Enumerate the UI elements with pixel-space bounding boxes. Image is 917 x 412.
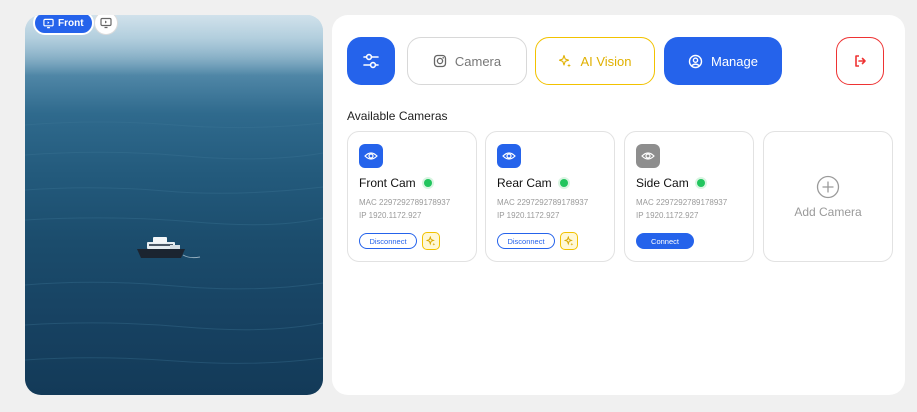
- sparkle-icon: [564, 236, 574, 246]
- ai-vision-toggle[interactable]: [422, 232, 440, 250]
- camera-name-row: Front Cam: [359, 176, 432, 190]
- boat: [137, 237, 201, 259]
- plus-circle-icon: [816, 175, 840, 198]
- disconnect-button[interactable]: Disconnect: [359, 233, 417, 249]
- online-status-dot: [696, 179, 705, 187]
- camera-tab-label: Camera: [454, 53, 502, 69]
- ai-vision-toggle[interactable]: [560, 232, 578, 250]
- monitor-icon: [100, 17, 112, 29]
- ai-vision-tab-label: AI Vision: [580, 53, 632, 69]
- camera-name-row: Side Cam: [636, 176, 705, 190]
- camera-icon: [433, 54, 447, 68]
- front-view-chip[interactable]: Front: [33, 15, 94, 35]
- eye-icon: [636, 144, 660, 168]
- logout-icon: [855, 55, 866, 67]
- camera-mac: MAC 2297292789178937: [636, 198, 728, 207]
- camera-name: Rear Cam: [497, 176, 552, 190]
- eye-icon: [497, 144, 521, 168]
- connect-button[interactable]: Connect: [636, 233, 694, 249]
- control-panel: Camera AI Vision Manage Available Camera…: [332, 15, 905, 395]
- manage-tab[interactable]: Manage: [664, 37, 782, 85]
- sparkle-icon: [559, 54, 572, 68]
- camera-ip: IP 1920.1172.927: [359, 211, 422, 220]
- online-status-dot: [423, 179, 432, 187]
- available-cameras-heading: Available Cameras: [347, 109, 448, 123]
- camera-card[interactable]: Side Cam MAC 2297292789178937 IP 1920.11…: [624, 131, 754, 262]
- disconnect-button[interactable]: Disconnect: [497, 233, 555, 249]
- camera-ip: IP 1920.1172.927: [636, 211, 699, 220]
- manage-tab-label: Manage: [711, 53, 758, 69]
- sliders-icon: [363, 53, 379, 69]
- camera-ip: IP 1920.1172.927: [497, 211, 560, 220]
- camera-tab[interactable]: Camera: [407, 37, 527, 85]
- camera-card[interactable]: Front Cam MAC 2297292789178937 IP 1920.1…: [347, 131, 477, 262]
- monitor-icon: [43, 18, 54, 28]
- camera-name: Front Cam: [359, 176, 416, 190]
- logout-button[interactable]: [836, 37, 884, 85]
- camera-feed: Front: [25, 15, 323, 395]
- front-view-label: Front: [58, 17, 84, 29]
- camera-name-row: Rear Cam: [497, 176, 568, 190]
- camera-mac: MAC 2297292789178937: [359, 198, 451, 207]
- camera-mac: MAC 2297292789178937: [497, 198, 589, 207]
- ai-vision-tab[interactable]: AI Vision: [535, 37, 655, 85]
- add-camera-label: Add Camera: [794, 204, 862, 219]
- settings-button[interactable]: [347, 37, 395, 85]
- camera-name: Side Cam: [636, 176, 689, 190]
- user-circle-icon: [688, 54, 703, 68]
- eye-icon: [359, 144, 383, 168]
- sea-scene: [25, 15, 323, 364]
- add-camera-card[interactable]: Add Camera: [763, 131, 893, 262]
- sparkle-icon: [426, 236, 436, 246]
- camera-card[interactable]: Rear Cam MAC 2297292789178937 IP 1920.11…: [485, 131, 615, 262]
- online-status-dot: [559, 179, 568, 187]
